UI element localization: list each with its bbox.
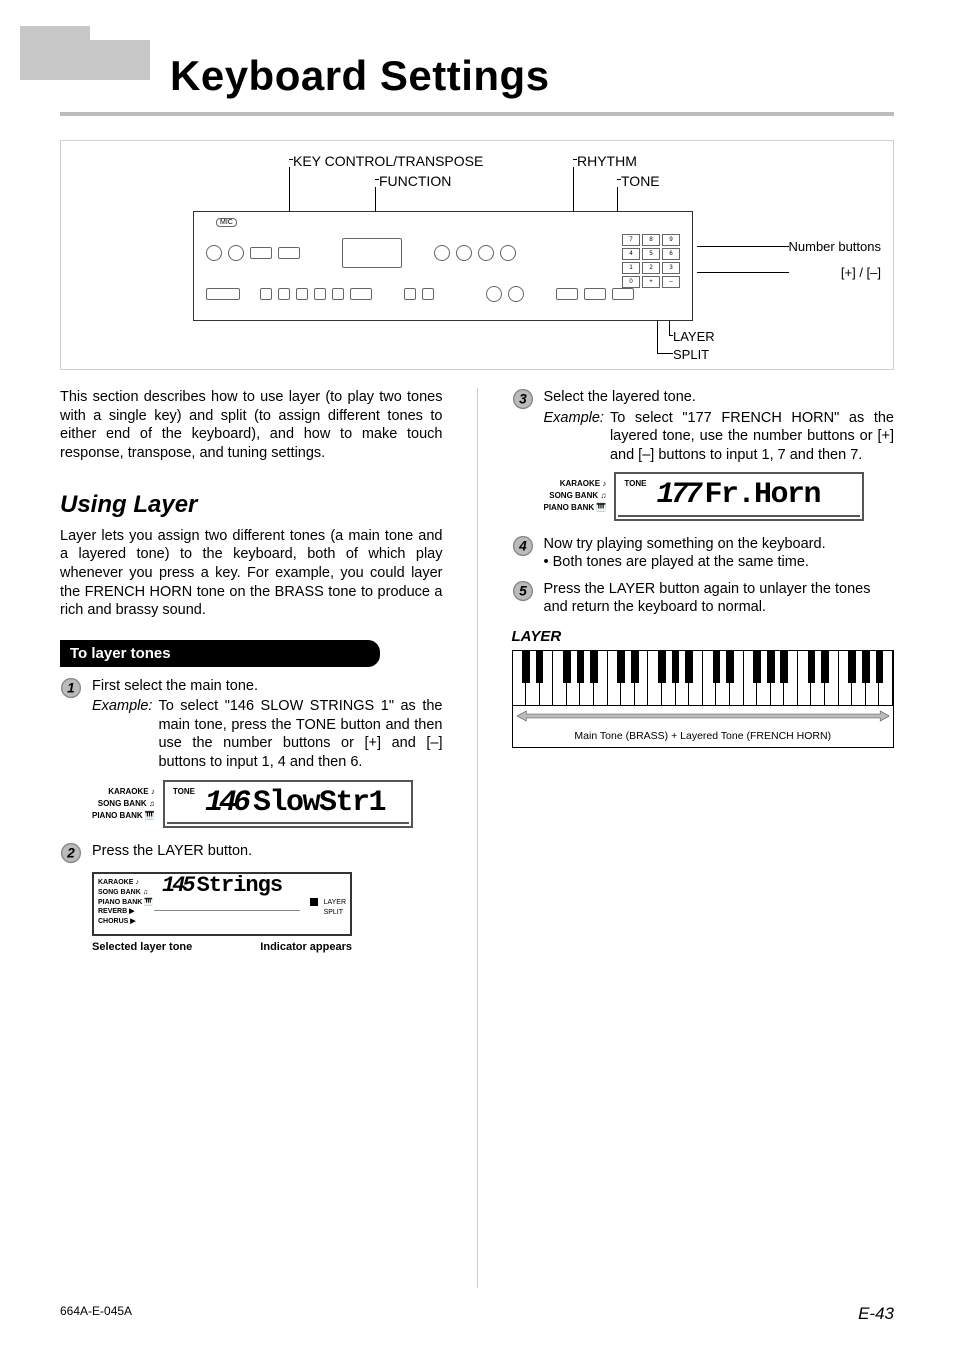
- piano-layer-diagram: Main Tone (BRASS) + Layered Tone (FRENCH…: [512, 650, 895, 748]
- lcd1-tone-label: TONE: [173, 787, 195, 797]
- intro-paragraph: This section describes how to use layer …: [60, 388, 443, 462]
- lcd1-name: SlowStr1: [253, 786, 385, 820]
- step-1: 1 First select the main tone. Example: T…: [60, 677, 443, 772]
- footer-page-number: E-43: [858, 1304, 894, 1324]
- piano-range-arrow: [513, 705, 894, 726]
- step-1-example-body: To select "146 SLOW STRINGS 1" as the ma…: [158, 697, 442, 771]
- step-1-example-label: Example:: [92, 697, 152, 771]
- callout-number-buttons: Number buttons: [789, 239, 882, 254]
- step-4: 4 Now try playing something on the keybo…: [512, 535, 895, 572]
- lcd2-mini-keyboard: [154, 910, 300, 930]
- step-1-lead: First select the main tone.: [92, 677, 443, 696]
- step-3: 3 Select the layered tone. Example: To s…: [512, 388, 895, 464]
- piano-keys-graphic: [513, 651, 894, 705]
- lcd-display-2: KARAOKE ♪ SONG BANK ♫ PIANO BANK 🎹 REVER…: [92, 872, 352, 936]
- keyboard-control-panel: 789 456 123 0+–: [193, 211, 693, 321]
- page: Keyboard Settings KEY CONTROL/TRANSPOSE …: [0, 0, 954, 1348]
- section-heading-using-layer: Using Layer: [60, 490, 443, 521]
- layer-diagram-heading: LAYER: [512, 627, 895, 646]
- footer-doc-code: 664A-E-045A: [60, 1304, 132, 1324]
- step-3-lead: Select the layered tone.: [544, 388, 895, 407]
- step-3-example-body: To select "177 FRENCH HORN" as the layer…: [610, 409, 894, 465]
- keypad: 789 456 123 0+–: [622, 234, 680, 288]
- lcd2-digits: 145: [162, 873, 193, 898]
- left-column: This section describes how to use layer …: [60, 388, 443, 1288]
- subheading-to-layer-tones: To layer tones: [60, 640, 380, 667]
- lcd2-right-labels: LAYER SPLIT: [324, 898, 346, 918]
- step-number-3-icon: 3: [512, 388, 534, 410]
- callout-plus-minus: [+] / [–]: [841, 265, 881, 280]
- step-number-4-icon: 4: [512, 535, 534, 557]
- step-5-lead: Press the LAYER button again to unlayer …: [544, 580, 895, 617]
- step-5: 5 Press the LAYER button again to unlaye…: [512, 580, 895, 617]
- lcd2-caption-right: Indicator appears: [260, 940, 352, 954]
- callout-layer: LAYER: [673, 329, 715, 344]
- lcd2-caption-left: Selected layer tone: [92, 940, 192, 954]
- lcd3-mode-labels: KARAOKE ♪ SONG BANK ♫ PIANO BANK 🎹: [544, 478, 607, 514]
- lcd1-mode-labels: KARAOKE ♪ SONG BANK ♫ PIANO BANK 🎹: [92, 786, 155, 822]
- step-2-lead: Press the LAYER button.: [92, 842, 443, 861]
- piano-caption: Main Tone (BRASS) + Layered Tone (FRENCH…: [513, 726, 894, 747]
- svg-text:1: 1: [67, 680, 75, 695]
- lcd1-digits: 146: [205, 786, 247, 820]
- callout-function: FUNCTION: [379, 173, 451, 189]
- callout-rhythm: RHYTHM: [577, 153, 637, 169]
- svg-text:4: 4: [518, 538, 527, 553]
- header-tab-graphic: [20, 40, 150, 80]
- step-number-1-icon: 1: [60, 677, 82, 699]
- step-4-bullet: • Both tones are played at the same time…: [544, 553, 895, 572]
- lcd-display-1: KARAOKE ♪ SONG BANK ♫ PIANO BANK 🎹 TONE …: [92, 780, 443, 828]
- page-title: Keyboard Settings: [170, 52, 550, 100]
- column-divider: [477, 388, 478, 1288]
- lcd3-tone-label: TONE: [624, 479, 646, 489]
- lcd3-digits: 177: [656, 478, 698, 512]
- lcd-display-3: KARAOKE ♪ SONG BANK ♫ PIANO BANK 🎹 TONE …: [544, 472, 895, 520]
- lcd2-name: Strings: [197, 873, 282, 898]
- page-footer: 664A-E-045A E-43: [60, 1304, 894, 1324]
- svg-text:2: 2: [66, 846, 75, 861]
- using-layer-paragraph: Layer lets you assign two different tone…: [60, 527, 443, 620]
- callout-tone: TONE: [621, 173, 660, 189]
- svg-text:5: 5: [519, 583, 527, 598]
- step-4-lead: Now try playing something on the keyboar…: [544, 535, 895, 554]
- step-2: 2 Press the LAYER button.: [60, 842, 443, 864]
- step-3-example-label: Example:: [544, 409, 604, 465]
- callout-key-control: KEY CONTROL/TRANSPOSE: [293, 153, 483, 169]
- right-column: 3 Select the layered tone. Example: To s…: [512, 388, 895, 1288]
- step-number-2-icon: 2: [60, 842, 82, 864]
- lcd3-name: Fr.Horn: [704, 478, 820, 512]
- svg-text:3: 3: [519, 392, 527, 407]
- layer-indicator-icon: [310, 898, 318, 906]
- step-number-5-icon: 5: [512, 580, 534, 602]
- title-rule: [60, 112, 894, 116]
- lcd2-mode-labels: KARAOKE ♪ SONG BANK ♫ PIANO BANK 🎹 REVER…: [98, 878, 153, 927]
- keyboard-panel-diagram: KEY CONTROL/TRANSPOSE FUNCTION RHYTHM TO…: [60, 140, 894, 370]
- callout-split: SPLIT: [673, 347, 709, 362]
